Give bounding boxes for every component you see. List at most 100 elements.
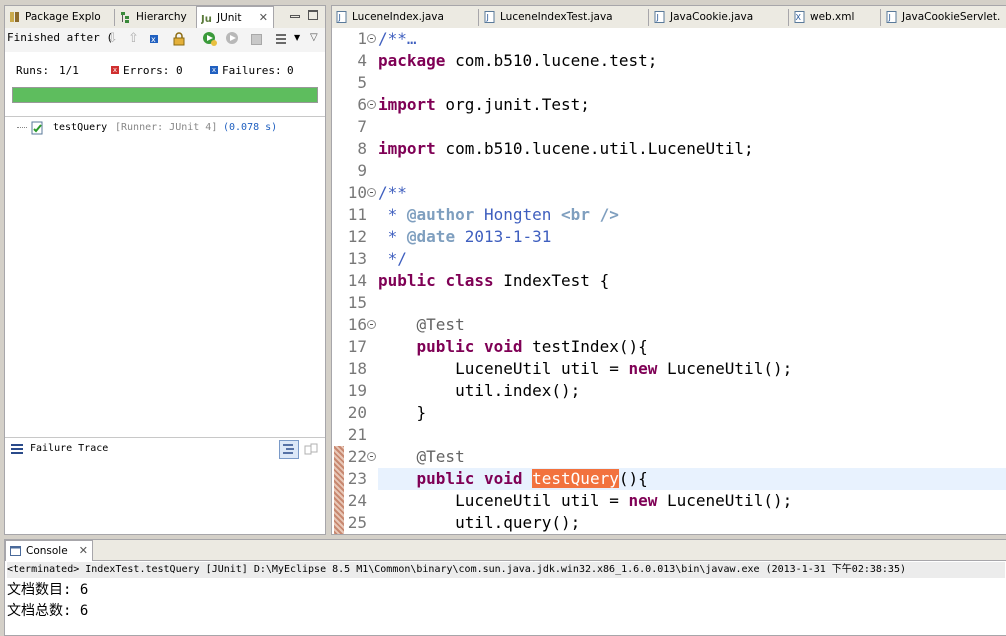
code-token: package: [378, 51, 446, 70]
java-file-icon: J: [484, 11, 495, 23]
rerun-failed-first-icon[interactable]: [225, 31, 241, 50]
previous-failure-icon[interactable]: ⇧: [128, 31, 139, 46]
java-file-icon: J: [654, 11, 665, 23]
code-token: void: [483, 469, 523, 488]
code-line: @Test: [378, 446, 792, 468]
rerun-test-icon[interactable]: [202, 31, 218, 50]
close-icon[interactable]: ✕: [259, 7, 268, 28]
close-icon[interactable]: ✕: [79, 541, 88, 561]
java-file-icon: J: [336, 11, 347, 23]
code-token: testIndex(){: [522, 337, 648, 356]
editor-tab-bar: J LuceneIndex.java J LuceneIndexTest.jav…: [332, 6, 1006, 28]
chevron-down-icon[interactable]: ▼: [294, 33, 300, 42]
svg-text:J: J: [338, 13, 341, 22]
code-token: class: [445, 271, 494, 290]
code-token: <br />: [561, 205, 619, 224]
code-token: @author: [406, 205, 475, 224]
tab-javacookieservlet-java[interactable]: J JavaCookieServlet.: [882, 6, 1006, 28]
tab-label: web.xml: [810, 11, 855, 23]
line-number: 15: [347, 293, 367, 312]
code-line: */: [378, 248, 792, 270]
minimize-icon[interactable]: [290, 15, 300, 18]
code-token: util.query();: [378, 513, 581, 532]
svg-text:Ju: Ju: [201, 14, 212, 24]
failure-trace-title: Failure Trace: [30, 443, 109, 454]
errors-label: Errors:: [123, 64, 170, 77]
code-line: @Test: [378, 314, 792, 336]
failure-trace-icon: [11, 444, 23, 457]
test-run-history-icon[interactable]: [275, 32, 289, 49]
tab-web-xml[interactable]: X web.xml: [790, 6, 880, 28]
highlighted-occurrence: testQuery: [532, 469, 619, 488]
fold-collapse-icon[interactable]: [367, 100, 376, 109]
package-explorer-icon: [10, 12, 19, 22]
tab-label: Console: [26, 545, 68, 557]
code-line: util.index();: [378, 380, 792, 402]
code-token: (){: [618, 469, 648, 488]
code-token: @date: [406, 227, 456, 246]
line-number: 4: [357, 51, 367, 70]
code-token: public: [416, 469, 475, 488]
code-line: public void testIndex(){: [378, 336, 792, 358]
test-runner: [Runner: JUnit 4]: [115, 122, 218, 133]
code-token: */: [378, 249, 407, 268]
code-token: *: [378, 205, 407, 224]
code-token: Hongten: [474, 205, 562, 224]
code-token: com.b510.lucene.test;: [445, 51, 658, 70]
failure-icon: x: [210, 66, 218, 74]
tab-console[interactable]: Console ✕: [5, 540, 93, 561]
code-line: public void testQuery(){: [378, 468, 792, 490]
hierarchy-icon: [121, 12, 129, 23]
code-token: }: [378, 403, 427, 422]
code-editor[interactable]: /**… package com.b510.lucene.test; import …: [378, 28, 792, 534]
code-token: void: [483, 337, 523, 356]
runs-label: Runs:: [16, 64, 50, 77]
fold-collapse-icon[interactable]: [367, 188, 376, 197]
line-number: 7: [357, 117, 367, 136]
view-menu-icon[interactable]: ▽: [310, 32, 318, 43]
line-number: 19: [347, 381, 367, 400]
line-number: 13: [347, 249, 367, 268]
tab-hierarchy[interactable]: Hierarchy: [116, 6, 196, 28]
scroll-lock-icon[interactable]: [172, 32, 186, 49]
tab-luceneindex-java[interactable]: J LuceneIndex.java: [332, 6, 477, 28]
fold-collapse-icon[interactable]: [367, 452, 376, 461]
code-token: new: [628, 491, 658, 510]
fold-collapse-icon[interactable]: [367, 320, 376, 329]
runs-value: 1/1: [59, 64, 79, 77]
compare-results-icon[interactable]: [304, 443, 318, 460]
error-icon: x: [111, 66, 119, 74]
junit-view-panel: Package Explo Hierarchy Ju JUnit ✕ Finis…: [4, 5, 326, 535]
failures-label: Failures:: [222, 64, 282, 77]
line-number: 17: [347, 337, 367, 356]
code-token: org.junit.Test;: [435, 95, 590, 114]
next-failure-icon[interactable]: ⇩: [107, 31, 118, 46]
test-name: testQuery: [53, 122, 108, 133]
fold-expand-icon[interactable]: [367, 34, 376, 43]
maximize-icon[interactable]: [308, 10, 318, 20]
test-tree: testQuery [Runner: JUnit 4] (0.078 s): [5, 118, 325, 436]
tab-label: JavaCookieServlet.: [902, 11, 1001, 23]
stop-icon[interactable]: [251, 34, 262, 45]
tab-label: Package Explo: [25, 11, 101, 23]
line-number: 23: [347, 469, 367, 488]
code-token: @Test: [416, 315, 465, 334]
tab-javacookie-java[interactable]: J JavaCookie.java: [650, 6, 787, 28]
junit-toolbar: Finished after ( ⇩ ⇧ x ▼ ▽: [5, 28, 325, 52]
tab-junit[interactable]: Ju JUnit ✕: [196, 6, 274, 28]
java-file-icon: J: [886, 11, 897, 23]
tab-package-explorer[interactable]: Package Explo: [5, 6, 113, 28]
code-line: public class IndexTest {: [378, 270, 792, 292]
code-line: util.query();: [378, 512, 792, 534]
console-output-line: 文档总数: 6: [7, 603, 89, 619]
show-failures-only-icon[interactable]: x: [149, 32, 161, 44]
tab-luceneindextest-java[interactable]: J LuceneIndexTest.java: [480, 6, 648, 28]
filter-stack-icon[interactable]: [279, 440, 299, 459]
